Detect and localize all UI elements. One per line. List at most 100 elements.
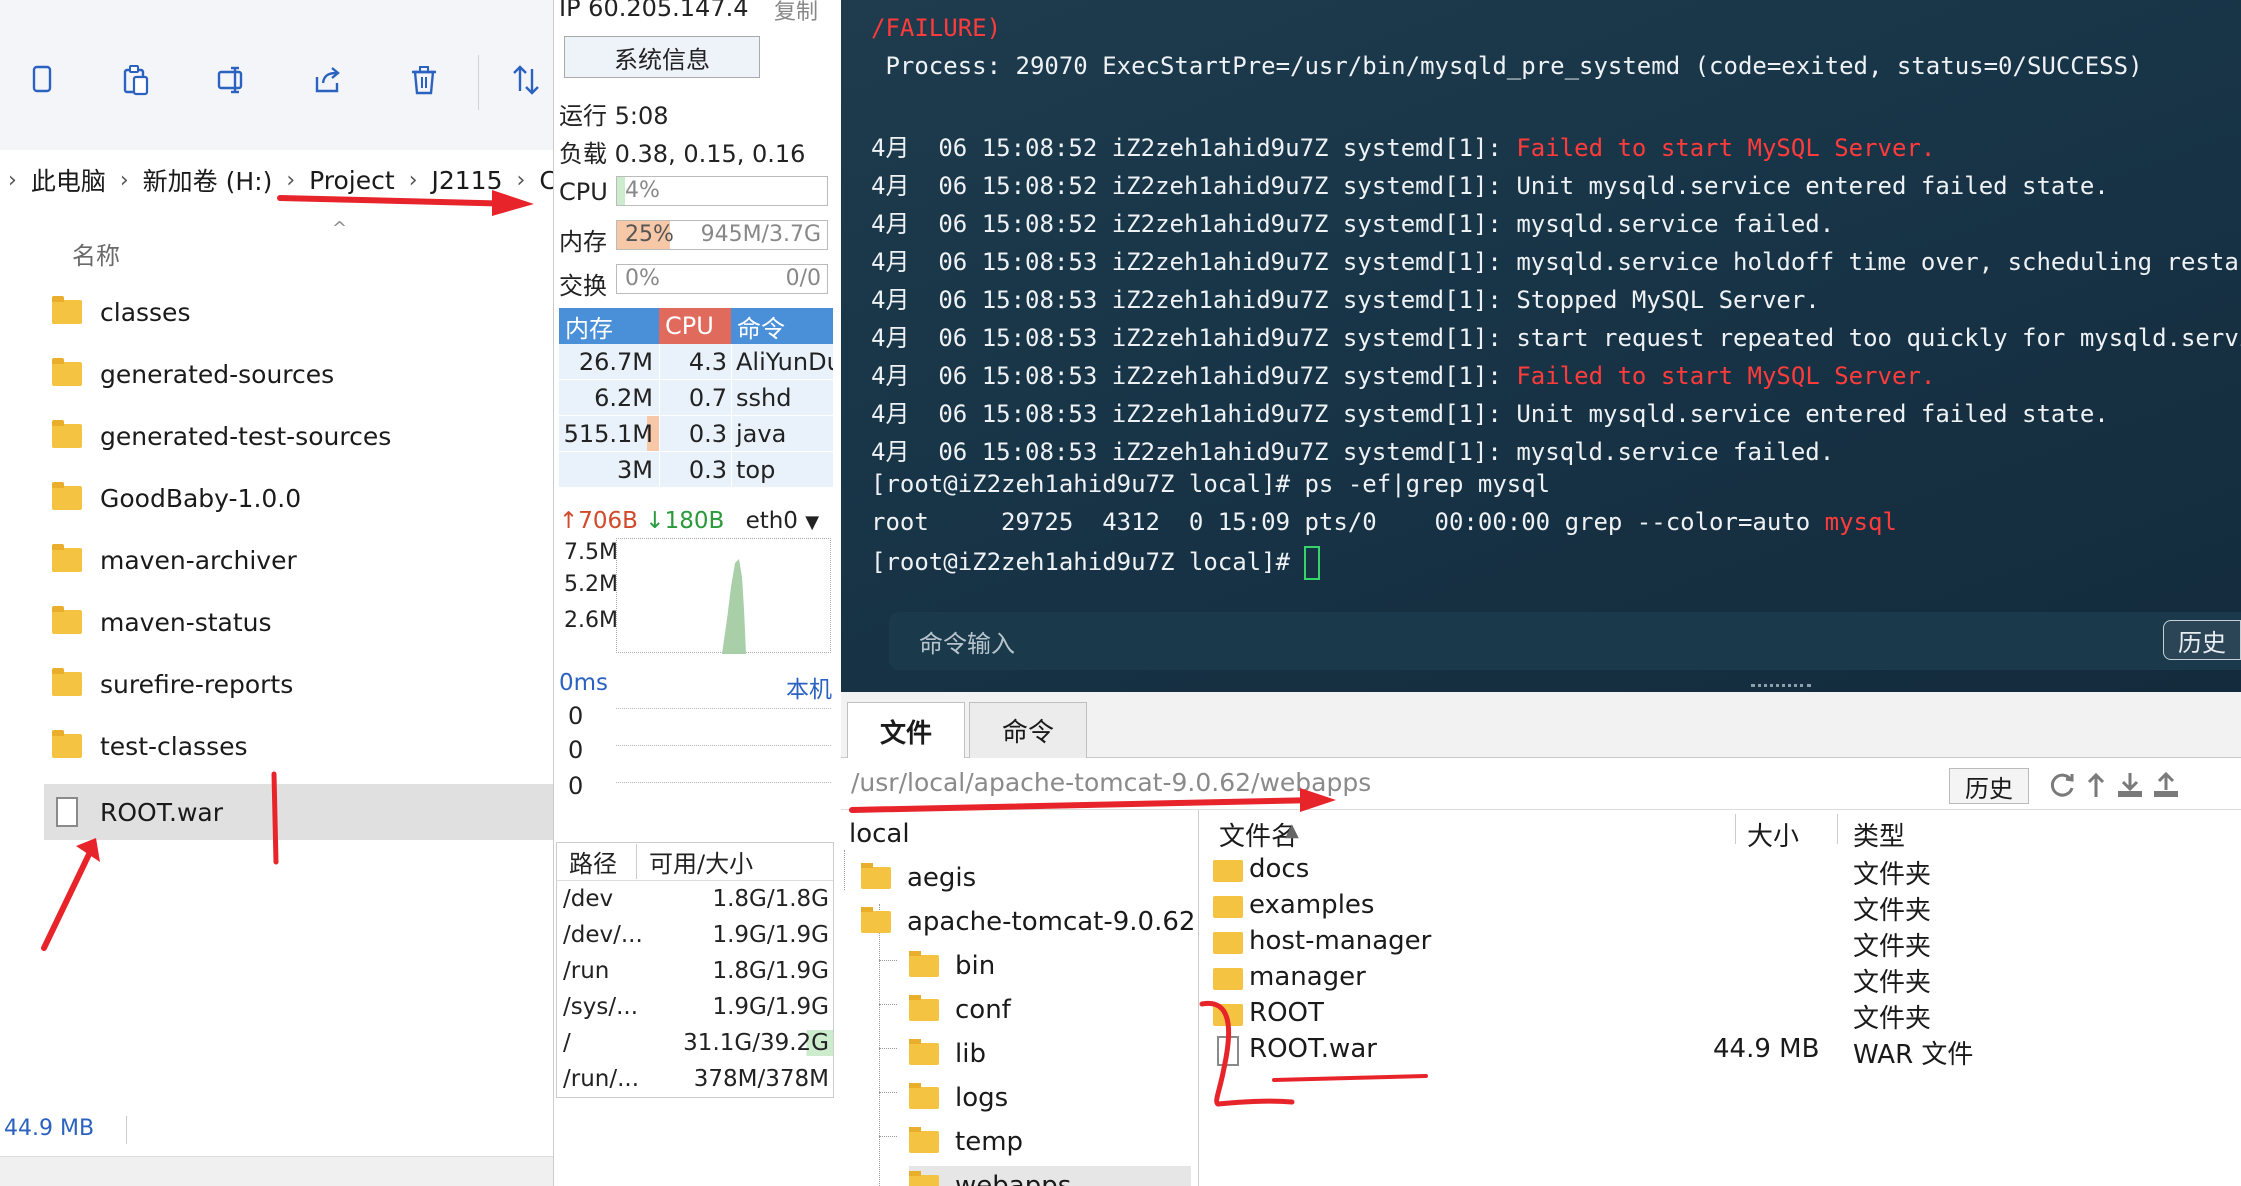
splitter-handle[interactable] <box>1751 684 1811 690</box>
ip-address: IP 60.205.147.4 <box>559 0 749 22</box>
folder-icon <box>861 907 891 933</box>
table-row[interactable]: /run/... 378M/378M <box>557 1061 833 1097</box>
tab-commands[interactable]: 命令 <box>969 702 1087 758</box>
table-row[interactable]: host-manager 文件夹 <box>1205 924 2241 962</box>
folder-icon <box>909 1083 939 1109</box>
list-item[interactable]: maven-archiver <box>44 532 553 588</box>
system-info-button[interactable]: 系统信息 <box>564 36 760 78</box>
download-icon[interactable] <box>2115 770 2145 800</box>
table-row[interactable]: manager 文件夹 <box>1205 960 2241 998</box>
tree-connector <box>879 1004 897 1005</box>
terminal-panel[interactable]: /FAILURE) Process: 29070 ExecStartPre=/u… <box>841 0 2241 692</box>
copy-ip-button[interactable]: 复制 <box>774 0 818 26</box>
chevron-right-icon: › <box>286 167 296 193</box>
table-row[interactable]: /run 1.8G/1.9G <box>557 953 833 989</box>
swap-usage-bar: 0% 0/0 <box>616 264 828 294</box>
column-header-path[interactable]: 路径 <box>557 844 637 879</box>
breadcrumb-this-pc[interactable]: 此电脑 <box>25 162 112 198</box>
command-history-button[interactable]: 历史 <box>2163 620 2241 660</box>
column-divider[interactable] <box>1837 814 1838 844</box>
table-row[interactable]: 26.7M4.3AliYunDun <box>559 344 833 380</box>
paste-icon[interactable] <box>116 60 156 100</box>
table-row[interactable]: /dev/... 1.9G/1.9G <box>557 917 833 953</box>
latency-target[interactable]: 本机 <box>786 670 832 704</box>
chevron-right-icon: › <box>516 167 526 193</box>
terminal-line: [root@iZ2zeh1ahid9u7Z local]# ps -ef|gre… <box>871 470 1551 498</box>
breadcrumb-drive-h[interactable]: 新加卷 (H:) <box>137 162 279 198</box>
column-header-name[interactable]: 名称 <box>72 236 120 271</box>
breadcrumb-j2115[interactable]: J2115 <box>426 166 509 195</box>
list-item[interactable]: generated-sources <box>44 346 553 402</box>
taskbar-strip <box>0 1156 553 1186</box>
tree-item-local[interactable]: local <box>849 814 910 854</box>
cpu-label: CPU <box>559 178 608 206</box>
tree-item-bin[interactable]: bin <box>909 946 995 986</box>
up-icon[interactable] <box>2081 770 2111 800</box>
list-item[interactable]: classes <box>44 284 553 340</box>
upload-icon[interactable] <box>2151 770 2181 800</box>
folder-icon <box>52 668 82 696</box>
column-header-type[interactable]: 类型 <box>1853 816 1905 853</box>
column-header-command[interactable]: 命令 <box>731 308 833 344</box>
table-row[interactable]: ROOT.war 44.9 MB WAR 文件 <box>1205 1032 2241 1070</box>
column-header-cpu[interactable]: CPU <box>659 308 731 344</box>
list-item[interactable]: generated-test-sources <box>44 408 553 464</box>
tree-item-lib[interactable]: lib <box>909 1034 986 1074</box>
folder-icon <box>909 1127 939 1153</box>
table-row[interactable]: /sys/... 1.9G/1.9G <box>557 989 833 1025</box>
list-item[interactable]: test-classes <box>44 718 553 774</box>
table-row[interactable]: ROOT 文件夹 <box>1205 996 2241 1034</box>
command-input[interactable]: 命令输入 <box>889 612 2241 670</box>
column-header-size[interactable]: 大小 <box>1747 816 1799 853</box>
terminal-line: 4月 06 15:08:53 iZ2zeh1ahid9u7Z systemd[1… <box>871 438 1835 466</box>
tree-item-logs[interactable]: logs <box>909 1078 1008 1118</box>
column-divider[interactable] <box>1735 814 1736 844</box>
terminal-line: 4月 06 15:08:53 iZ2zeh1ahid9u7Z systemd[1… <box>871 362 1936 390</box>
system-monitor-panel: IP 60.205.147.4 复制 系统信息 运行 5:08 负载 0.38,… <box>553 0 841 1186</box>
table-row[interactable]: 515.1M 0.3 java <box>559 416 833 452</box>
tree-item-webapps[interactable]: webapps <box>909 1166 1191 1186</box>
delete-icon[interactable] <box>404 60 444 100</box>
table-row[interactable]: /31.1G/39.2G <box>557 1025 833 1061</box>
tree-item-temp[interactable]: temp <box>909 1122 1023 1162</box>
refresh-icon[interactable] <box>2047 770 2077 800</box>
tree-item-conf[interactable]: conf <box>909 990 1011 1030</box>
tree-connector <box>879 904 880 1186</box>
sort-icon[interactable] <box>506 60 546 100</box>
table-row[interactable]: 3M 0.3 top <box>559 452 833 488</box>
net-interface-select[interactable]: eth0 <box>746 508 798 534</box>
load-average: 负载 0.38, 0.15, 0.16 <box>559 140 806 168</box>
terminal-line: [root@iZ2zeh1ahid9u7Z local]# <box>871 546 1321 580</box>
breadcrumb-project[interactable]: Project <box>303 166 401 195</box>
share-icon[interactable] <box>308 60 348 100</box>
caret-down-icon[interactable]: ▼ <box>805 512 819 533</box>
rename-icon[interactable] <box>212 60 252 100</box>
table-row[interactable]: /dev 1.8G/1.8G <box>557 881 833 917</box>
path-input[interactable]: /usr/local/apache-tomcat-9.0.62/webapps <box>851 768 1371 797</box>
terminal-line: 4月 06 15:08:52 iZ2zeh1ahid9u7Z systemd[1… <box>871 134 1936 162</box>
terminal-line: root 29725 4312 0 15:09 pts/0 00:00:00 g… <box>871 508 1897 536</box>
folder-icon <box>1213 1004 1243 1026</box>
path-history-button[interactable]: 历史 <box>1949 768 2029 804</box>
terminal-line: 4月 06 15:08:52 iZ2zeh1ahid9u7Z systemd[1… <box>871 210 1835 238</box>
table-row[interactable]: 6.2M 0.7 sshd <box>559 380 833 416</box>
file-manager-panel: 文件 命令 /usr/local/apache-tomcat-9.0.62/we… <box>841 692 2241 1186</box>
list-item[interactable]: maven-status <box>44 594 553 650</box>
table-row[interactable]: examples 文件夹 <box>1205 888 2241 926</box>
list-item[interactable]: GoodBaby-1.0.0 <box>44 470 553 526</box>
column-header-size[interactable]: 可用/大小 <box>637 844 753 879</box>
table-row[interactable]: docs 文件夹 <box>1205 852 2241 890</box>
column-header-memory[interactable]: 内存 <box>559 308 659 344</box>
toolbar-divider <box>478 55 479 110</box>
tree-item-aegis[interactable]: aegis <box>861 858 976 898</box>
folder-icon <box>861 863 891 889</box>
copy-icon[interactable] <box>22 60 62 100</box>
latency-sample: 0 <box>568 736 584 764</box>
list-item-selected[interactable]: ROOT.war <box>44 784 553 840</box>
list-item[interactable]: surefire-reports <box>44 656 553 712</box>
breadcrumb-trailing[interactable]: C <box>533 166 553 195</box>
tab-files[interactable]: 文件 <box>847 702 965 760</box>
latency-gridline <box>616 708 831 709</box>
net-scale-label: 5.2M <box>564 572 618 597</box>
tree-item-apache-tomcat[interactable]: apache-tomcat-9.0.62 <box>861 902 1195 942</box>
